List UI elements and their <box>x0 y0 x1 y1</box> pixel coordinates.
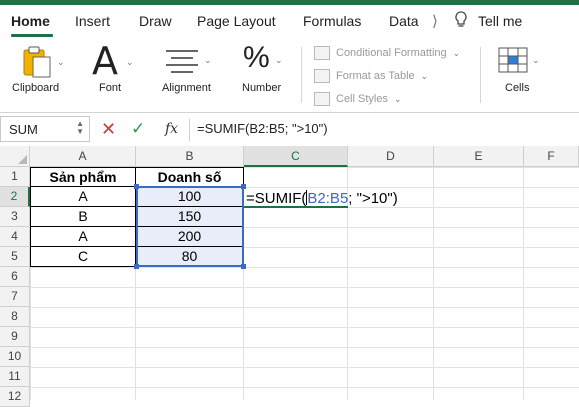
format-as-table-icon <box>314 69 330 83</box>
cell-a4[interactable]: A <box>30 227 136 247</box>
clipboard-dropdown-icon[interactable]: ⌄ <box>57 57 65 68</box>
cell-b5[interactable]: 80 <box>136 247 244 267</box>
row-header-6[interactable]: 6 <box>0 267 30 287</box>
clipboard-label: Clipboard <box>12 82 60 94</box>
cell-styles-icon <box>314 92 330 106</box>
chevron-down-icon: ⌄ <box>393 93 402 104</box>
range-handle-bottom-left[interactable] <box>134 264 139 269</box>
formula-bar: SUM ▲ ▼ ✕ ✓ fx =SUMIF(B2:B5; ">10") <box>0 112 579 147</box>
row-header-4[interactable]: 4 <box>0 227 30 247</box>
row-header-12[interactable]: 12 <box>0 387 30 407</box>
cell-b4[interactable]: 200 <box>136 227 244 247</box>
tell-me-search[interactable]: Tell me <box>478 13 522 29</box>
column-header-c[interactable]: C <box>244 146 348 167</box>
column-header-a[interactable]: A <box>30 146 136 167</box>
font-label: Font <box>99 82 122 94</box>
chevron-down-icon: ⌄ <box>452 47 461 58</box>
cancel-formula-icon[interactable]: ✕ <box>101 119 116 140</box>
tab-data[interactable]: Data <box>389 13 419 29</box>
chevron-down-icon: ⌄ <box>420 70 429 81</box>
row-header-8[interactable]: 8 <box>0 307 30 327</box>
select-all-triangle-icon <box>18 155 27 164</box>
conditional-formatting-button[interactable]: Conditional Formatting ⌄ <box>314 46 460 60</box>
row-header-3[interactable]: 3 <box>0 207 30 227</box>
row-header-2[interactable]: 2 <box>0 187 30 207</box>
row-header-10[interactable]: 10 <box>0 347 30 367</box>
column-header-d[interactable]: D <box>348 146 434 167</box>
cell-a1[interactable]: Sản phẩm <box>30 167 136 187</box>
name-box-stepper-icon[interactable]: ▲ ▼ <box>76 120 84 136</box>
clipboard-icon <box>20 45 54 84</box>
conditional-formatting-icon <box>314 46 330 60</box>
alignment-label: Alignment <box>162 82 211 94</box>
cell-a5[interactable]: C <box>30 247 136 267</box>
cells-grid-icon <box>498 47 528 78</box>
align-lines-icon <box>165 49 199 78</box>
formula-prefix: =SUMIF( <box>246 190 307 207</box>
formula-suffix: ; ">10") <box>348 190 398 207</box>
row-header-1[interactable]: 1 <box>0 167 30 187</box>
ribbon-divider <box>480 47 481 103</box>
cell-a3[interactable]: B <box>30 207 136 227</box>
name-box-value: SUM <box>9 122 38 137</box>
tab-home[interactable]: Home <box>11 13 50 29</box>
tab-formulas[interactable]: Formulas <box>303 13 361 29</box>
column-header-b[interactable]: B <box>136 146 244 167</box>
range-handle-bottom-right[interactable] <box>241 264 246 269</box>
tab-page-layout[interactable]: Page Layout <box>197 13 276 29</box>
format-as-table-label: Format as Table <box>336 70 415 82</box>
cell-b1[interactable]: Doanh số <box>136 167 244 187</box>
cell-styles-button[interactable]: Cell Styles ⌄ <box>314 92 402 106</box>
ribbon-divider <box>301 47 302 103</box>
cell-styles-label: Cell Styles <box>336 93 388 105</box>
row-header-5[interactable]: 5 <box>0 247 30 267</box>
number-dropdown-icon[interactable]: ⌄ <box>275 55 283 66</box>
row-header-11[interactable]: 11 <box>0 367 30 387</box>
cells-dropdown-icon[interactable]: ⌄ <box>532 55 540 66</box>
cell-a2[interactable]: A <box>30 187 136 207</box>
more-tabs-chevron-icon[interactable]: ⟩ <box>432 12 438 30</box>
cell-c2-edit-text[interactable]: =SUMIF(B2:B5; ">10") <box>246 190 398 207</box>
name-box[interactable]: SUM ▲ ▼ <box>0 116 90 142</box>
alignment-dropdown-icon[interactable]: ⌄ <box>204 55 212 66</box>
enter-formula-icon[interactable]: ✓ <box>131 119 145 139</box>
format-as-table-button[interactable]: Format as Table ⌄ <box>314 69 428 83</box>
column-header-f[interactable]: F <box>524 146 579 167</box>
font-dropdown-icon[interactable]: ⌄ <box>126 57 134 68</box>
font-a-icon: A <box>92 39 118 83</box>
cell-b3[interactable]: 150 <box>136 207 244 227</box>
tab-draw[interactable]: Draw <box>139 13 172 29</box>
row-header-7[interactable]: 7 <box>0 287 30 307</box>
ribbon-home: ⌄ Clipboard A ⌄ Font ⌄ Alignment % ⌄ Num… <box>0 37 579 110</box>
conditional-formatting-label: Conditional Formatting <box>336 47 447 59</box>
ribbon-tabs: Home Insert Draw Page Layout Formulas Da… <box>0 5 579 37</box>
formula-input[interactable]: =SUMIF(B2:B5; ">10") <box>197 121 328 136</box>
cell-b2[interactable]: 100 <box>136 187 244 207</box>
row-header-9[interactable]: 9 <box>0 327 30 347</box>
column-header-e[interactable]: E <box>434 146 524 167</box>
tab-insert[interactable]: Insert <box>75 13 110 29</box>
insert-function-icon[interactable]: fx <box>165 121 178 137</box>
number-label: Number <box>242 82 282 94</box>
select-all-corner[interactable] <box>0 146 30 167</box>
range-handle-top-left[interactable] <box>134 184 139 189</box>
lightbulb-icon <box>455 11 467 34</box>
percent-icon: % <box>243 41 270 74</box>
formula-bar-divider <box>189 119 190 141</box>
formula-range-ref: B2:B5 <box>307 190 349 207</box>
cells-label: Cells <box>505 82 530 94</box>
